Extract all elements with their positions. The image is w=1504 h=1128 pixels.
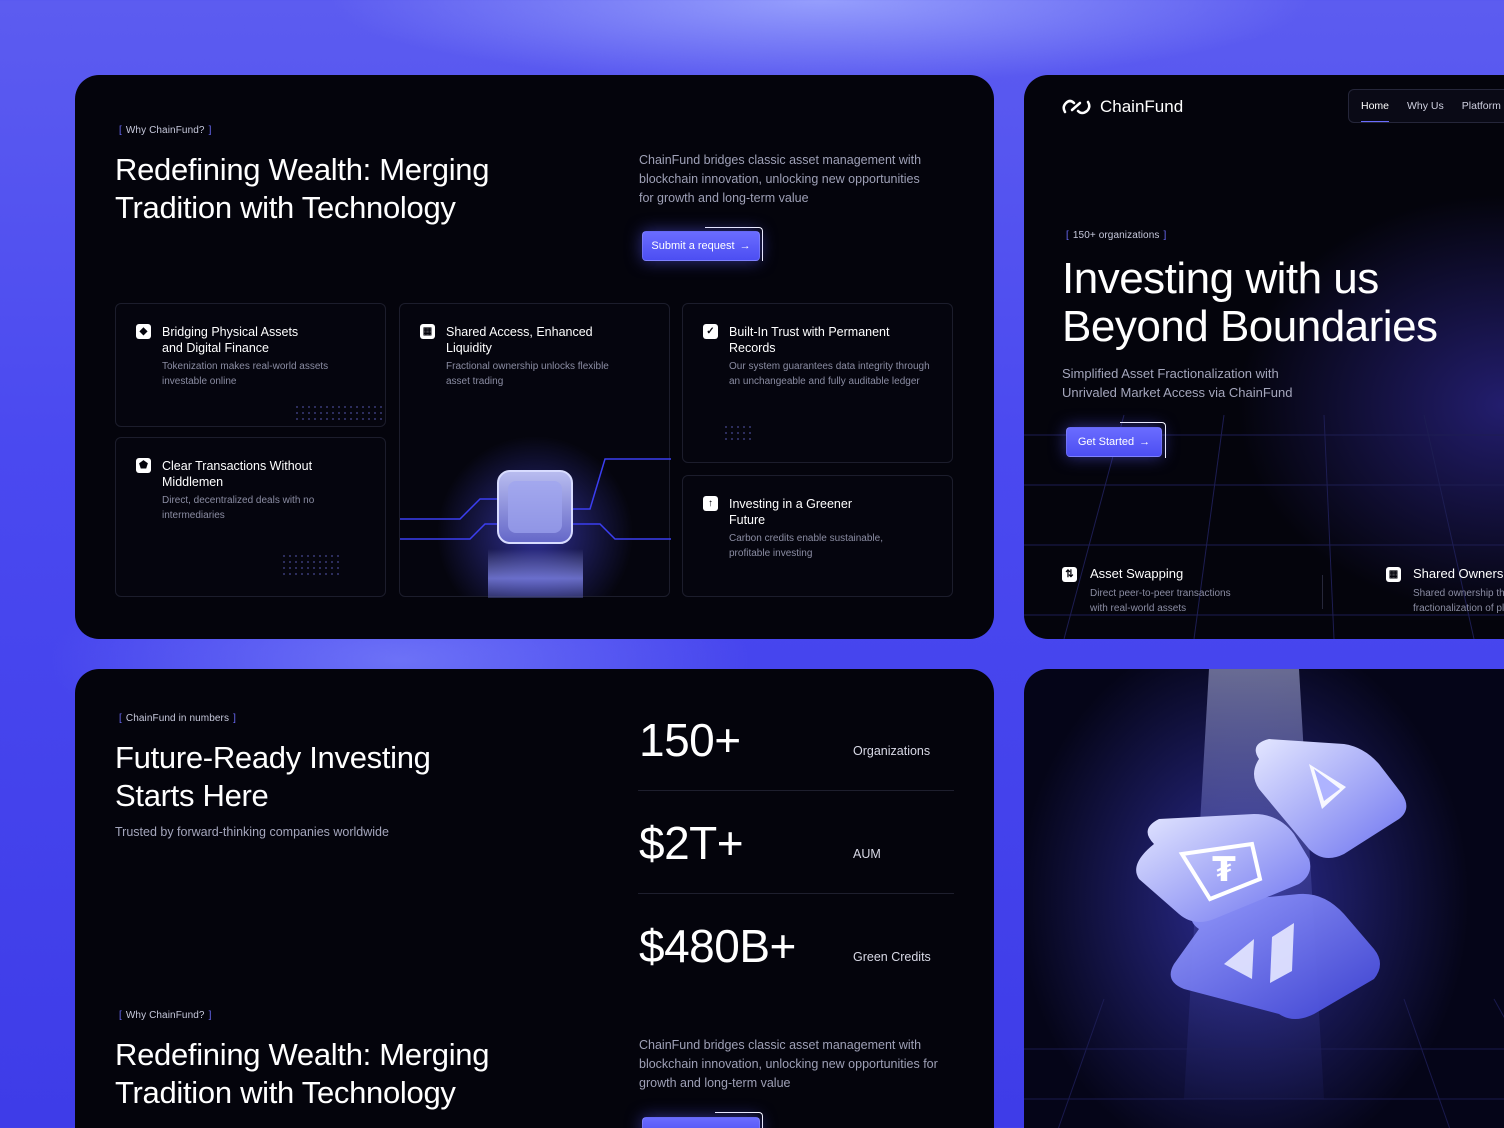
stat-label: Green Credits (853, 950, 931, 964)
shield-icon: ⬟ (136, 458, 151, 473)
grid-icon: ▦ (1386, 567, 1401, 582)
hero-title: Investing with us Beyond Boundaries (1062, 254, 1438, 351)
grid-icon: ▦ (420, 324, 435, 339)
nav-platform[interactable]: Platform (1462, 100, 1501, 112)
check-badge-icon: ✓ (703, 324, 718, 339)
brand-logo[interactable]: ChainFund (1062, 97, 1183, 117)
feature-card[interactable]: ⬟ Clear Transactions Without Middlemen Di… (115, 437, 386, 597)
section-tag: [Why ChainFund?] (119, 125, 212, 136)
get-started-button[interactable]: Get Started → (1066, 427, 1162, 457)
stat-value: 150+ (639, 714, 741, 766)
feature-card[interactable]: ✓ Built-In Trust with Permanent Records O… (682, 303, 953, 463)
nav-why-us[interactable]: Why Us (1407, 100, 1444, 112)
hero-subtitle: Simplified Asset Fractionalization with … (1062, 366, 1293, 400)
top-nav: Home Why Us Platform (1348, 89, 1504, 123)
submit-request-button[interactable] (642, 1117, 760, 1128)
feature-card[interactable]: ◆ Bridging Physical Assets and Digital Fi… (115, 303, 386, 427)
svg-text:₮: ₮ (1212, 850, 1236, 890)
why-chainfund-card: [Why ChainFund?] Redefining Wealth: Merg… (75, 75, 994, 639)
feature-card[interactable]: ↑ Investing in a Greener Future Carbon cr… (682, 475, 953, 597)
building-icon: ◆ (136, 324, 151, 339)
section-title: Redefining Wealth: Merging Tradition wit… (115, 152, 490, 225)
stat-label: Organizations (853, 744, 931, 758)
chip-illustration (400, 458, 671, 598)
section-tag: [Why ChainFund?] (119, 1010, 212, 1021)
arrow-right-icon: → (739, 240, 751, 252)
section-title: Future-Ready Investing Starts Here (115, 740, 431, 813)
hero-card: ChainFund Home Why Us Platform [150+ org… (1024, 75, 1504, 639)
floating-coins-illustration: ₮ (1024, 669, 1504, 1128)
swap-icon: ⇅ (1062, 567, 1077, 582)
coins-visual-card: ₮ (1024, 669, 1504, 1128)
stat-label: AUM (853, 847, 881, 861)
section-title: Redefining Wealth: Merging Tradition wit… (115, 1037, 490, 1110)
submit-request-button[interactable]: Submit a request → (642, 231, 760, 261)
stat-value: $480B+ (639, 920, 796, 972)
section-tag: [ChainFund in numbers] (119, 713, 236, 724)
numbers-card: [ChainFund in numbers] Future-Ready Inve… (75, 669, 994, 1128)
section-description: ChainFund bridges classic asset manageme… (639, 153, 922, 205)
brand-name: ChainFund (1100, 97, 1184, 116)
hero-tag: [150+ organizations] (1066, 230, 1167, 241)
stat-value: $2T+ (639, 817, 744, 869)
arrow-right-icon: → (1139, 436, 1151, 448)
arrow-up-icon: ↑ (703, 496, 718, 511)
chain-link-icon (1062, 99, 1091, 115)
section-subtitle: Trusted by forward-thinking companies wo… (115, 825, 389, 839)
nav-home[interactable]: Home (1361, 100, 1390, 122)
section-description: ChainFund bridges classic asset manageme… (639, 1038, 938, 1090)
feature-card[interactable]: ▦ Shared Access, Enhanced Liquidity Fract… (399, 303, 671, 598)
